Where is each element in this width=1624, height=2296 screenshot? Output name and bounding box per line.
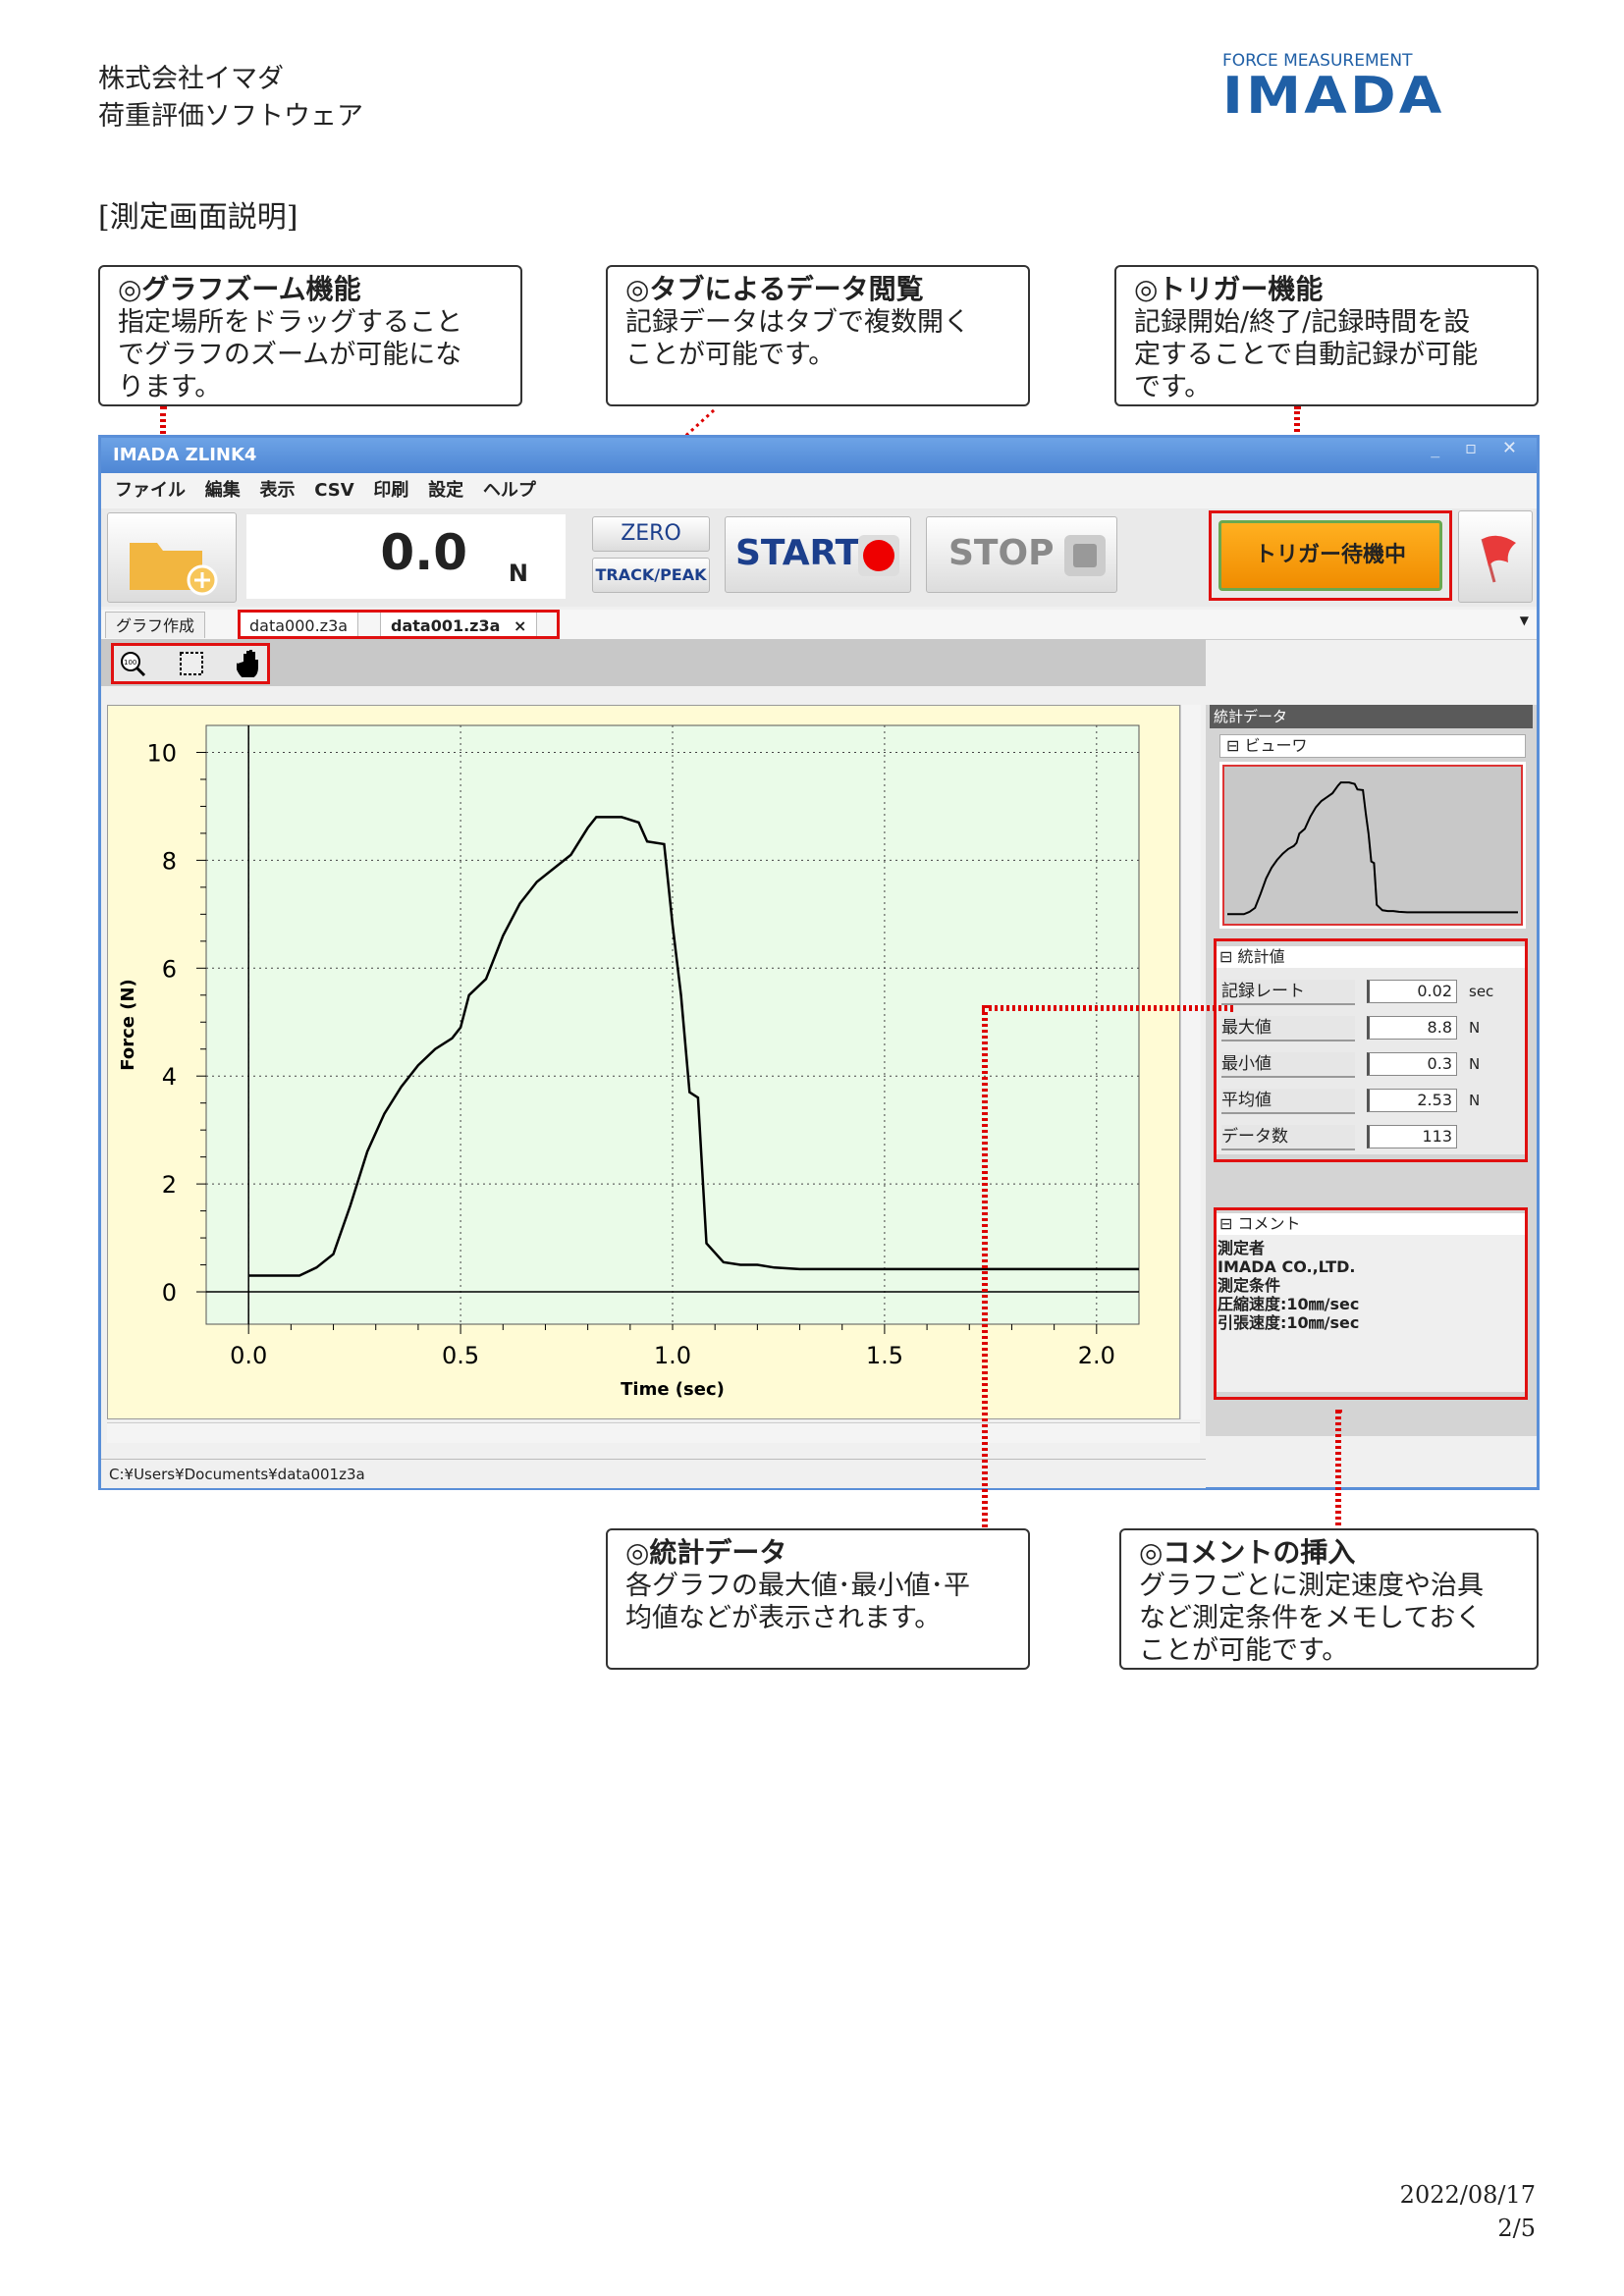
- force-reading-unit: N: [508, 560, 528, 587]
- callout-zoom-line: でグラフのズームが可能にな: [118, 340, 462, 370]
- connector-comment: [1335, 1410, 1341, 1533]
- graph-area[interactable]: 0.0 0.5 1.0 1.5 2.0 0 2 4 6 8 10 Time (sec) Force (N…: [107, 705, 1180, 1419]
- zoom-reset-icon[interactable]: 100: [119, 650, 146, 677]
- viewer-thumbnail-chart: [1222, 765, 1523, 926]
- callout-comment-line: グラフごとに測定速度や治具: [1139, 1571, 1484, 1601]
- callout-tabs-title: ◎タブによるデータ閲覧: [625, 273, 924, 305]
- svg-text:100: 100: [124, 659, 136, 667]
- side-panel-title: 統計データ: [1210, 705, 1533, 728]
- menu-bar: ファイル 編集 表示 CSV 印刷 設定 ヘルプ: [101, 473, 1537, 508]
- record-icon: [863, 540, 894, 571]
- start-label: START: [735, 533, 860, 573]
- y-tick-label: 2: [162, 1171, 177, 1199]
- callout-tabs-line: 記録データはタブで複数開く: [625, 307, 970, 338]
- viewer-thumbnail[interactable]: [1219, 762, 1526, 929]
- callout-zoom-title: ◎グラフズーム機能: [118, 273, 361, 305]
- pan-hand-icon[interactable]: [234, 648, 264, 679]
- zero-button[interactable]: ZERO: [592, 516, 710, 552]
- menu-view[interactable]: 表示: [259, 473, 295, 508]
- folder-add-icon: [130, 543, 218, 596]
- stats-side-panel: 統計データ ⊟ ビューワ ⊟ 統計値 記録レート 0.02 sec 最大値 8.…: [1206, 705, 1537, 1436]
- y-tick-label: 8: [162, 847, 177, 875]
- thumbnail-frame: [1222, 765, 1523, 926]
- window-controls[interactable]: _ ▫ ✕: [1431, 438, 1527, 458]
- app-window: IMADA ZLINK4 _ ▫ ✕ ファイル 編集 表示 CSV 印刷 設定 …: [98, 435, 1540, 1490]
- section-title: [測定画面説明]: [98, 200, 298, 235]
- company-name: 株式会社イマダ: [98, 64, 284, 94]
- y-tick-label: 10: [146, 739, 177, 767]
- menu-settings[interactable]: 設定: [428, 473, 463, 508]
- logo-wordmark: IMADA: [1222, 67, 1445, 126]
- graph-horizontal-scrollbar[interactable]: [107, 1422, 1200, 1443]
- footer-page: 2/5: [1497, 2215, 1536, 2242]
- force-reading-value: 0.0: [380, 524, 467, 581]
- stop-label: STOP: [948, 533, 1055, 573]
- collapse-icon[interactable]: ⊟: [1226, 736, 1245, 755]
- start-button[interactable]: START: [725, 516, 911, 593]
- callout-comment-title: ◎コメントの挿入: [1139, 1536, 1356, 1569]
- callout-comment: ◎コメントの挿入 グラフごとに測定速度や治具 など測定条件をメモしておく ことが…: [1119, 1528, 1539, 1670]
- product-name: 荷重評価ソフトウェア: [98, 101, 363, 132]
- callout-trigger-line: 定することで自動記録が可能: [1134, 340, 1479, 370]
- toolbar: 0.0 N ZERO TRACK/PEAK START STOP トリガー待機中: [101, 508, 1537, 607]
- tab-strip: グラフ作成 data000.z3a data001.z3a × ▼: [101, 610, 1537, 640]
- y-tick-label: 4: [162, 1063, 177, 1091]
- callout-stats-title: ◎統計データ: [625, 1536, 787, 1569]
- footer-date: 2022/08/17: [1399, 2181, 1536, 2209]
- y-axis-label: Force (N): [118, 979, 138, 1070]
- force-reading-display: 0.0 N: [246, 514, 566, 599]
- menu-edit[interactable]: 編集: [205, 473, 241, 508]
- callout-comment-line: など測定条件をメモしておく: [1139, 1603, 1483, 1633]
- callout-stats-line: 均値などが表示されます。: [625, 1603, 942, 1633]
- callout-zoom: ◎グラフズーム機能 指定場所をドラッグすること でグラフのズームが可能にな りま…: [98, 265, 522, 406]
- callout-trigger-line: です。: [1134, 372, 1212, 402]
- company-block: 株式会社イマダ 荷重評価ソフトウェア: [98, 61, 363, 135]
- force-time-chart[interactable]: 0.0 0.5 1.0 1.5 2.0 0 2 4 6 8 10 Time (sec) Force (N…: [108, 706, 1181, 1420]
- trigger-standby-button[interactable]: トリガー待機中: [1218, 520, 1442, 591]
- tab-graph-create[interactable]: グラフ作成: [105, 612, 206, 638]
- viewer-label: ビューワ: [1244, 736, 1308, 755]
- x-tick-label: 1.5: [866, 1342, 903, 1369]
- menu-print[interactable]: 印刷: [373, 473, 408, 508]
- callout-trigger: ◎トリガー機能 記録開始/終了/記録時間を設 定することで自動記録が可能 です。: [1114, 265, 1539, 406]
- title-bar: IMADA ZLINK4: [101, 438, 1537, 473]
- imada-logo: FORCE MEASUREMENT IMADA: [1222, 51, 1441, 122]
- menu-csv[interactable]: CSV: [314, 473, 353, 508]
- flag-icon: [1481, 535, 1516, 583]
- callout-trigger-title: ◎トリガー機能: [1134, 273, 1324, 305]
- flag-button[interactable]: [1458, 510, 1533, 603]
- connector-stats-vertical: [982, 1005, 988, 1534]
- tabs-highlight: [238, 610, 560, 639]
- connector-stats-horizontal: [982, 1005, 1233, 1011]
- track-peak-button[interactable]: TRACK/PEAK: [592, 558, 710, 593]
- callout-trigger-line: 記録開始/終了/記録時間を設: [1134, 307, 1471, 338]
- callout-stats: ◎統計データ 各グラフの最大値･最小値･平 均値などが表示されます。: [606, 1528, 1030, 1670]
- x-tick-label: 0.5: [442, 1342, 479, 1369]
- menu-help[interactable]: ヘルプ: [483, 473, 536, 508]
- callout-comment-line: ことが可能です。: [1139, 1635, 1349, 1666]
- x-axis-label: Time (sec): [621, 1379, 725, 1400]
- y-tick-label: 6: [162, 955, 177, 983]
- callout-stats-line: 各グラフの最大値･最小値･平: [625, 1571, 970, 1601]
- x-tick-label: 1.0: [654, 1342, 691, 1369]
- viewer-header[interactable]: ⊟ ビューワ: [1219, 734, 1526, 758]
- stats-highlight: [1214, 938, 1528, 1162]
- callout-zoom-line: 指定場所をドラッグすること: [118, 307, 462, 338]
- open-file-button[interactable]: [107, 512, 237, 603]
- comment-highlight: [1214, 1207, 1528, 1400]
- callout-tabs-line: ことが可能です。: [625, 340, 836, 370]
- x-tick-label: 2.0: [1078, 1342, 1115, 1369]
- callout-tabs: ◎タブによるデータ閲覧 記録データはタブで複数開く ことが可能です。: [606, 265, 1030, 406]
- stop-square-icon: [1073, 544, 1097, 567]
- callout-zoom-line: ります。: [118, 372, 222, 402]
- x-tick-label: 0.0: [230, 1342, 267, 1369]
- graph-tool-bar: 100: [101, 639, 1206, 686]
- stop-button[interactable]: STOP: [926, 516, 1117, 593]
- menu-file[interactable]: ファイル: [115, 473, 186, 508]
- graph-vertical-scrollbar[interactable]: [1180, 705, 1201, 1419]
- status-bar: C:¥Users¥Documents¥data001z3a: [101, 1459, 1206, 1488]
- tab-dropdown-icon[interactable]: ▼: [1520, 614, 1529, 627]
- zoom-select-icon[interactable]: [178, 650, 205, 677]
- y-tick-label: 0: [162, 1279, 177, 1307]
